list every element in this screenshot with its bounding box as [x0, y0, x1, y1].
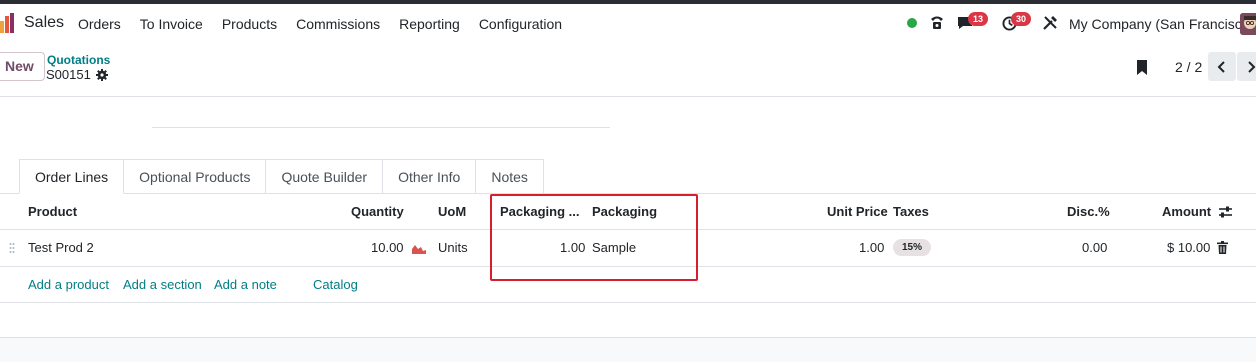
- menu-reporting[interactable]: Reporting: [399, 16, 460, 32]
- trash-icon[interactable]: [1217, 241, 1228, 254]
- catalog-link[interactable]: Catalog: [313, 277, 358, 292]
- column-discount[interactable]: Disc.%: [1067, 204, 1110, 219]
- tab-order-lines[interactable]: Order Lines: [19, 159, 125, 194]
- menu-orders[interactable]: Orders: [78, 16, 121, 32]
- tab-optional-products[interactable]: Optional Products: [123, 159, 267, 194]
- form-footer-area: [0, 337, 1256, 362]
- cell-product[interactable]: Test Prod 2: [28, 240, 94, 255]
- control-panel: New Quotations S00151 2 / 2: [0, 43, 1256, 97]
- main-navbar: Sales Orders To Invoice Products Commiss…: [0, 4, 1256, 43]
- messages-badge: 13: [968, 12, 989, 26]
- new-button[interactable]: New: [0, 52, 45, 81]
- chevron-left-icon: [1217, 60, 1225, 73]
- tab-notes[interactable]: Notes: [475, 159, 544, 194]
- column-uom[interactable]: UoM: [438, 204, 466, 219]
- sales-app-icon[interactable]: [0, 13, 16, 33]
- cell-quantity[interactable]: 10.00: [371, 240, 404, 255]
- user-avatar[interactable]: [1240, 13, 1256, 35]
- add-product-link[interactable]: Add a product: [28, 277, 109, 292]
- debug-tools-icon[interactable]: [1042, 15, 1058, 31]
- tab-other-info[interactable]: Other Info: [382, 159, 477, 194]
- column-quantity[interactable]: Quantity: [351, 204, 404, 219]
- tab-quote-builder[interactable]: Quote Builder: [265, 159, 384, 194]
- add-section-link[interactable]: Add a section: [123, 277, 202, 292]
- menu-configuration[interactable]: Configuration: [479, 16, 562, 32]
- column-taxes[interactable]: Taxes: [893, 204, 929, 219]
- packaging-highlight-box: [490, 194, 698, 281]
- cell-unit-price[interactable]: 1.00: [859, 240, 884, 255]
- gear-icon[interactable]: [95, 68, 108, 81]
- menu-to-invoice[interactable]: To Invoice: [140, 16, 203, 32]
- tax-badge[interactable]: 15%: [893, 239, 932, 256]
- add-note-link[interactable]: Add a note: [214, 277, 277, 292]
- bookmark-icon[interactable]: [1136, 60, 1148, 75]
- drag-handle-icon[interactable]: [9, 242, 15, 254]
- user-avatar-icon: [1240, 13, 1256, 35]
- pager-value[interactable]: 2 / 2: [1175, 59, 1202, 75]
- presence-status-icon: [907, 18, 917, 28]
- top-menu: Orders To Invoice Products Commissions R…: [78, 16, 581, 32]
- pager-previous-button[interactable]: [1208, 52, 1236, 81]
- activities-badge: 30: [1011, 12, 1032, 26]
- column-unit-price[interactable]: Unit Price: [827, 204, 888, 219]
- optional-columns-icon[interactable]: [1218, 205, 1233, 219]
- app-name[interactable]: Sales: [24, 14, 64, 32]
- cell-amount: $ 10.00: [1167, 240, 1211, 255]
- menu-commissions[interactable]: Commissions: [296, 16, 380, 32]
- notebook-tabs: Order Lines Optional Products Quote Buil…: [19, 159, 544, 194]
- pager-next-button[interactable]: [1237, 52, 1256, 81]
- form-field-underline: [152, 127, 610, 128]
- column-product[interactable]: Product: [28, 204, 77, 219]
- record-title: S00151: [46, 67, 108, 82]
- record-name: S00151: [46, 67, 91, 82]
- chevron-right-icon: [1248, 60, 1256, 73]
- cell-uom[interactable]: Units: [438, 240, 468, 255]
- company-switcher[interactable]: My Company (San Francisco): [1069, 16, 1254, 32]
- column-amount[interactable]: Amount: [1162, 204, 1211, 219]
- breadcrumb-quotations[interactable]: Quotations: [47, 53, 110, 67]
- cell-discount[interactable]: 0.00: [1082, 240, 1107, 255]
- forecast-chart-icon[interactable]: [412, 243, 426, 254]
- phone-icon[interactable]: [929, 14, 945, 30]
- menu-products[interactable]: Products: [222, 16, 277, 32]
